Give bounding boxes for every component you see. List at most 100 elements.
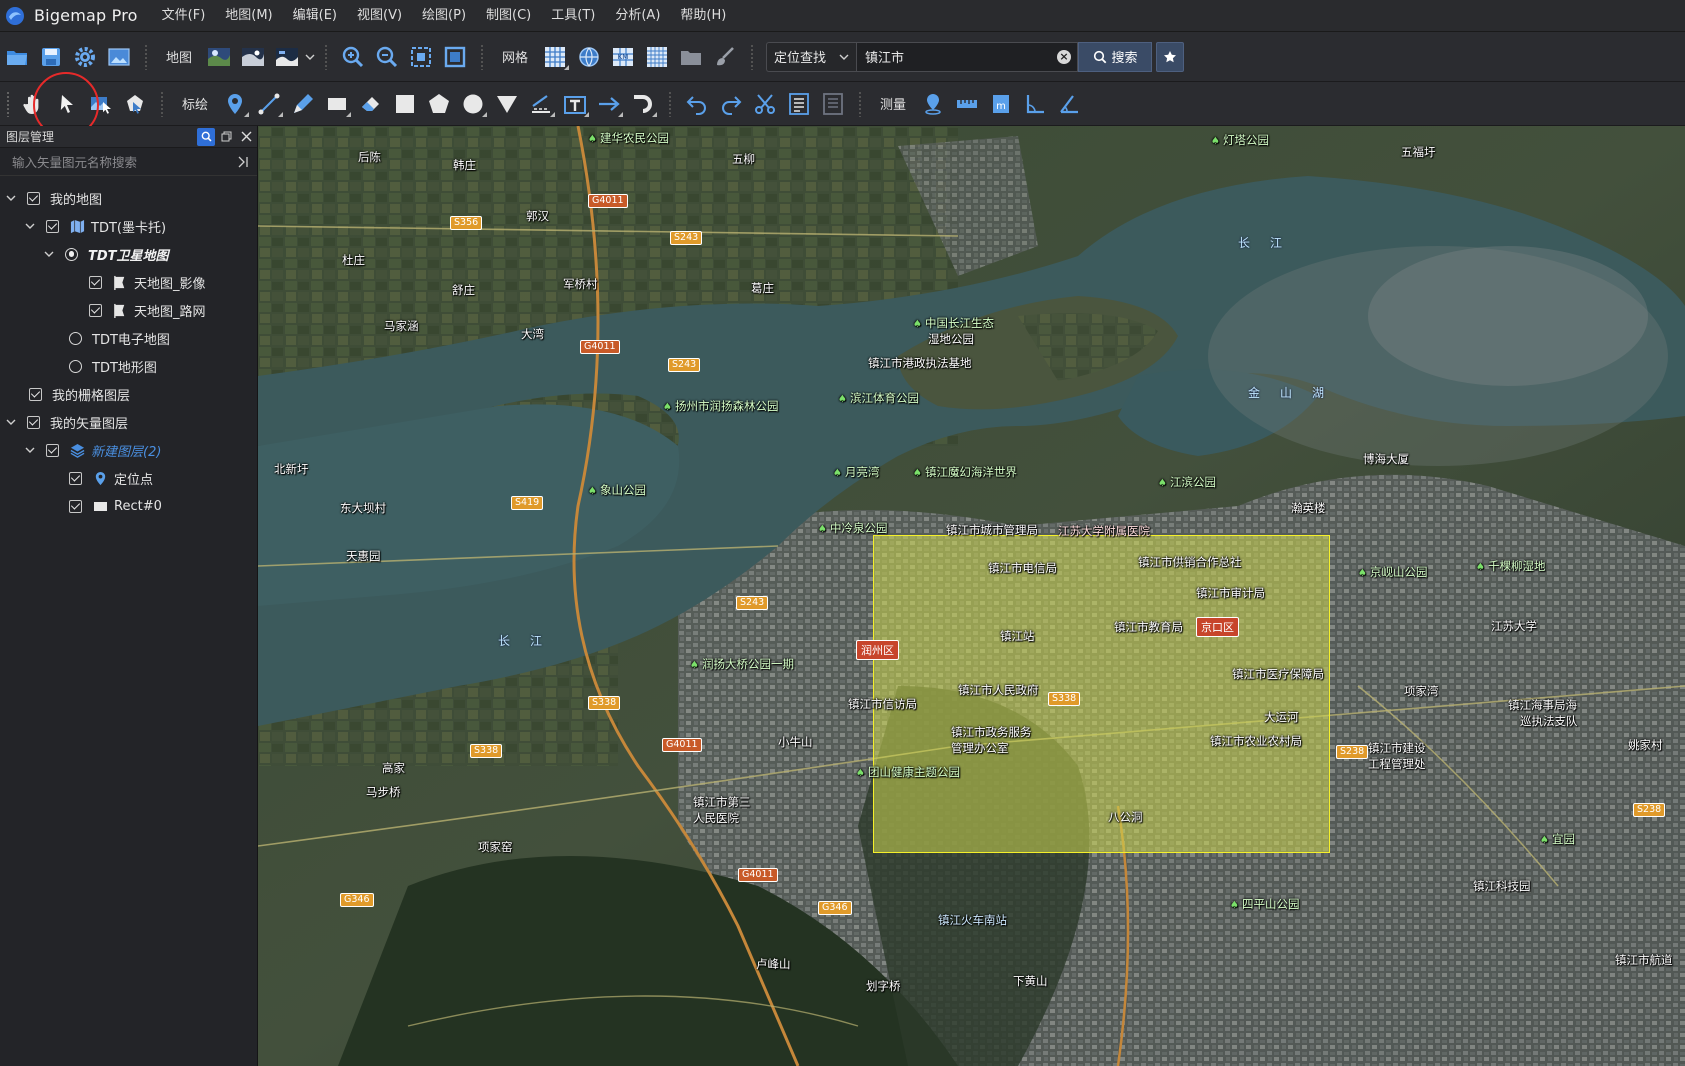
measure-area-button[interactable]: m bbox=[984, 87, 1018, 121]
menu-view[interactable]: 视图(V) bbox=[347, 0, 412, 32]
menu-draw[interactable]: 绘图(P) bbox=[412, 0, 476, 32]
full-extent-button[interactable] bbox=[438, 40, 472, 74]
tree-checkbox[interactable] bbox=[27, 191, 40, 205]
draw-measure-line-button[interactable] bbox=[524, 87, 558, 121]
zoom-in-button[interactable] bbox=[336, 40, 370, 74]
collapse-right-icon[interactable] bbox=[237, 156, 249, 168]
tree-checkbox[interactable] bbox=[29, 387, 42, 401]
image-select-button[interactable] bbox=[84, 87, 118, 121]
map-label: 卢峰山 bbox=[756, 957, 791, 971]
tree-radio[interactable] bbox=[69, 331, 82, 345]
tree-item-rect[interactable]: Rect#0 bbox=[0, 492, 257, 520]
chevron-down-icon[interactable] bbox=[24, 220, 36, 232]
map-source-2-button[interactable] bbox=[236, 40, 270, 74]
draw-polygon-button[interactable] bbox=[422, 87, 456, 121]
draw-circle-button[interactable] bbox=[456, 87, 490, 121]
zoom-out-button[interactable] bbox=[370, 40, 404, 74]
panel-close-button[interactable] bbox=[237, 128, 255, 146]
chevron-down-icon[interactable] bbox=[5, 416, 17, 428]
folder-button[interactable] bbox=[674, 40, 708, 74]
menu-analysis[interactable]: 分析(A) bbox=[605, 0, 670, 32]
tree-item-my-map[interactable]: 我的地图 bbox=[0, 184, 257, 212]
save-button[interactable] bbox=[34, 40, 68, 74]
map-label: 高家 bbox=[382, 761, 405, 775]
tree-item-tdt-satellite[interactable]: TDT卫星地图 bbox=[0, 240, 257, 268]
clear-button[interactable] bbox=[708, 40, 742, 74]
tree-checkbox[interactable] bbox=[46, 443, 59, 457]
draw-arrow-button[interactable] bbox=[592, 87, 626, 121]
tree-checkbox[interactable] bbox=[89, 275, 102, 289]
undo-button[interactable] bbox=[680, 87, 714, 121]
chevron-down-icon[interactable] bbox=[5, 192, 17, 204]
menu-edit[interactable]: 编辑(E) bbox=[283, 0, 347, 32]
tree-checkbox[interactable] bbox=[69, 499, 82, 513]
tree-item-tdt-electronic[interactable]: TDT电子地图 bbox=[0, 324, 257, 352]
globe-grid-button[interactable] bbox=[572, 40, 606, 74]
km-grid-button[interactable]: KM bbox=[606, 40, 640, 74]
map-label: 镇江海事局海 bbox=[1508, 698, 1577, 712]
map-view[interactable]: 建华农民公园 后陈 韩庄 五柳 郭汉 杜庄 舒庄 军桥村 葛庄 马家涵 大湾 中… bbox=[258, 126, 1685, 1066]
tree-item-tdt-terrain[interactable]: TDT地形图 bbox=[0, 352, 257, 380]
menu-tools[interactable]: 工具(T) bbox=[541, 0, 605, 32]
tree-item-tianditu-image[interactable]: 天地图_影像 bbox=[0, 268, 257, 296]
tree-item-tdt-mercator[interactable]: TDT(墨卡托) bbox=[0, 212, 257, 240]
favorite-button[interactable] bbox=[1156, 41, 1185, 72]
tree-radio[interactable] bbox=[69, 359, 82, 373]
chevron-down-icon[interactable] bbox=[24, 444, 36, 456]
tree-checkbox[interactable] bbox=[69, 471, 82, 485]
table-button[interactable] bbox=[816, 87, 850, 121]
tree-checkbox[interactable] bbox=[89, 303, 102, 317]
search-button[interactable]: 搜索 bbox=[1078, 41, 1153, 72]
measure-azimuth-button[interactable] bbox=[1052, 87, 1086, 121]
map-source-1-button[interactable] bbox=[202, 40, 236, 74]
redo-button[interactable] bbox=[714, 87, 748, 121]
map-label: 团山健康主题公园 bbox=[856, 764, 960, 780]
grid-button[interactable] bbox=[538, 40, 572, 74]
settings-button[interactable] bbox=[68, 40, 102, 74]
tree-radio[interactable] bbox=[65, 247, 78, 261]
image-export-button[interactable] bbox=[102, 40, 136, 74]
feature-edit-button[interactable] bbox=[118, 87, 152, 121]
tree-checkbox[interactable] bbox=[27, 415, 40, 429]
draw-rect-button[interactable] bbox=[320, 87, 354, 121]
sheet-grid-button[interactable] bbox=[640, 40, 674, 74]
tree-checkbox[interactable] bbox=[46, 219, 59, 233]
toolbar-grip[interactable] bbox=[6, 90, 10, 117]
draw-point-button[interactable] bbox=[218, 87, 252, 121]
map-source-3-button[interactable] bbox=[270, 40, 304, 74]
menu-help[interactable]: 帮助(H) bbox=[670, 0, 736, 32]
tree-item-my-vector[interactable]: 我的矢量图层 bbox=[0, 408, 257, 436]
map-source-dropdown[interactable] bbox=[304, 40, 316, 74]
measure-angle-button[interactable] bbox=[1018, 87, 1052, 121]
select-button[interactable] bbox=[50, 87, 84, 121]
attribute-list-button[interactable] bbox=[782, 87, 816, 121]
draw-text-button[interactable] bbox=[558, 87, 592, 121]
menu-cartography[interactable]: 制图(C) bbox=[476, 0, 541, 32]
open-folder-button[interactable] bbox=[0, 40, 34, 74]
zoom-extent-button[interactable] bbox=[404, 40, 438, 74]
menu-file[interactable]: 文件(F) bbox=[152, 0, 216, 32]
chevron-down-icon[interactable] bbox=[43, 248, 55, 260]
draw-eraser-button[interactable] bbox=[354, 87, 388, 121]
measure-distance-button[interactable] bbox=[950, 87, 984, 121]
draw-curve-button[interactable] bbox=[626, 87, 660, 121]
draw-sector-button[interactable] bbox=[490, 87, 524, 121]
cut-button[interactable] bbox=[748, 87, 782, 121]
tree-item-tianditu-road[interactable]: 天地图_路网 bbox=[0, 296, 257, 324]
locate-input[interactable]: 镇江市 × bbox=[856, 41, 1079, 72]
clear-input-icon[interactable]: × bbox=[1057, 49, 1072, 64]
measure-point-button[interactable] bbox=[916, 87, 950, 121]
tree-item-my-raster[interactable]: 我的栅格图层 bbox=[0, 380, 257, 408]
panel-float-button[interactable] bbox=[217, 128, 235, 146]
tree-item-location-point[interactable]: 定位点 bbox=[0, 464, 257, 492]
draw-square-button[interactable] bbox=[388, 87, 422, 121]
vector-search-input[interactable]: 输入矢量图元名称搜索 bbox=[0, 148, 257, 176]
menu-map[interactable]: 地图(M) bbox=[215, 0, 282, 32]
locate-mode-select[interactable]: 定位查找 bbox=[766, 41, 857, 72]
panel-search-button[interactable] bbox=[197, 127, 215, 146]
pan-button[interactable] bbox=[16, 87, 50, 121]
rect-feature-overlay[interactable] bbox=[873, 535, 1330, 853]
draw-freehand-button[interactable] bbox=[286, 87, 320, 121]
tree-item-new-layer[interactable]: 新建图层(2) bbox=[0, 436, 257, 464]
draw-line-button[interactable] bbox=[252, 87, 286, 121]
